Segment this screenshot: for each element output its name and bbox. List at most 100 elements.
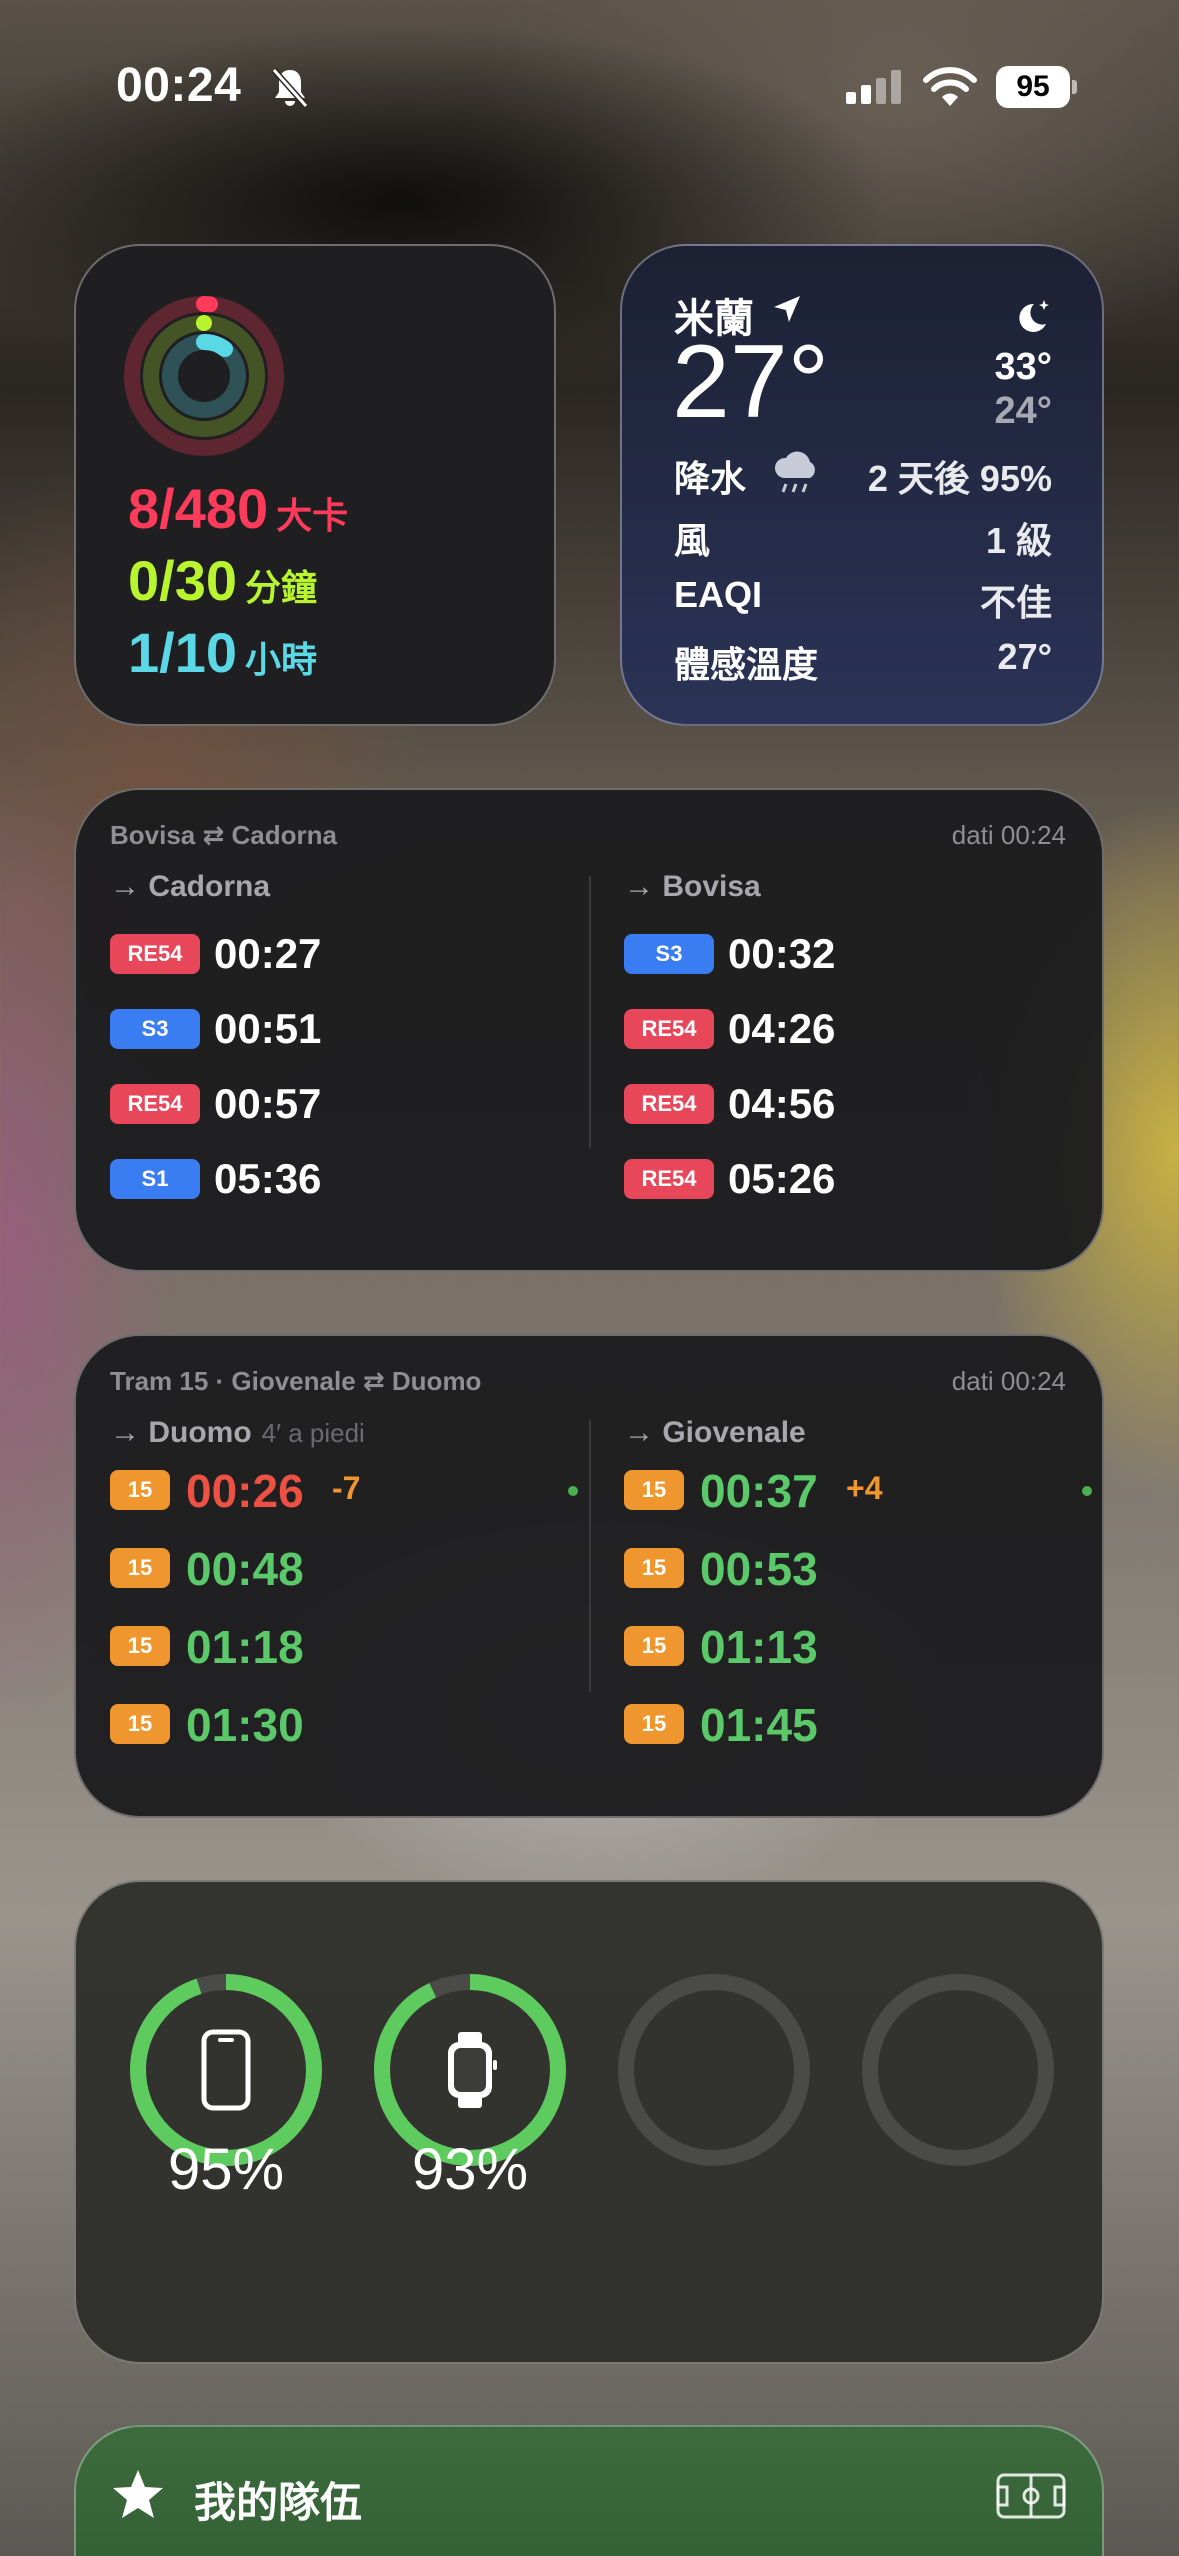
train-column-bovisa: → Bovisa S3 00:32 RE54 04:26 RE54 04:56 … xyxy=(624,870,1102,1222)
line-badge: 15 xyxy=(624,1626,684,1666)
star-icon xyxy=(113,2470,163,2518)
line-badge: S1 xyxy=(110,1159,200,1199)
line-badge: S3 xyxy=(110,1009,200,1049)
departure-row[interactable]: RE54 04:26 xyxy=(624,997,1102,1072)
departure-time: 01:13 xyxy=(700,1621,818,1673)
departure-time: 00:27 xyxy=(214,930,322,977)
departure-row[interactable]: S3 00:51 xyxy=(110,997,590,1072)
exercise-stat: 0/30 分鐘 xyxy=(128,548,317,613)
line-badge: RE54 xyxy=(624,1009,714,1049)
tram-route-header: Tram 15 · Giovenale ⇄ Duomo xyxy=(110,1366,482,1396)
departure-row[interactable]: 15 00:37 +4 xyxy=(624,1460,1102,1538)
tram-departures-widget[interactable]: Tram 15 · Giovenale ⇄ Duomo dati 00:24 →… xyxy=(74,1334,1104,1818)
batteries-widget[interactable]: 95% 93% xyxy=(74,1880,1104,2364)
battery-nub xyxy=(1072,80,1077,94)
line-badge: RE54 xyxy=(624,1159,714,1199)
departure-row[interactable]: RE54 04:56 xyxy=(624,1072,1102,1147)
weather-row-eaqi: EAQI 不佳 xyxy=(674,574,1052,624)
departure-row[interactable]: 15 00:53 xyxy=(624,1538,1102,1616)
direction-title: → Giovenale xyxy=(624,1416,806,1449)
departure-time: 00:37 xyxy=(700,1465,818,1517)
battery-ring-empty-2 xyxy=(862,1974,1054,2166)
realtime-dot xyxy=(1082,1486,1092,1496)
line-badge: 15 xyxy=(110,1626,170,1666)
line-badge: S3 xyxy=(624,934,714,974)
weather-row-label: EAQI xyxy=(674,574,763,615)
line-badge: 15 xyxy=(110,1548,170,1588)
departure-time: 05:36 xyxy=(214,1155,322,1202)
direction-title: → Cadorna xyxy=(110,870,271,903)
exercise-value: 0/30 xyxy=(128,549,237,612)
weather-row-precip: 降水 2 天後 95% xyxy=(674,450,1052,500)
weather-row-wind: 風 1 級 xyxy=(674,512,1052,562)
line-badge: 15 xyxy=(110,1704,170,1744)
cellular-signal-icon xyxy=(846,70,901,104)
departure-time: 04:26 xyxy=(728,1005,836,1052)
departure-row[interactable]: S1 05:36 xyxy=(110,1147,590,1222)
train-column-cadorna: → Cadorna RE54 00:27 S3 00:51 RE54 00:57… xyxy=(110,870,590,1222)
departure-row[interactable]: 15 01:45 xyxy=(624,1694,1102,1772)
wifi-icon xyxy=(923,67,977,106)
departure-row[interactable]: 15 00:26 -7 xyxy=(110,1460,590,1538)
weather-row-value: 27° xyxy=(997,636,1052,677)
departure-row[interactable]: 15 00:48 xyxy=(110,1538,590,1616)
delay-delta: -7 xyxy=(332,1470,361,1506)
departure-row[interactable]: RE54 00:27 xyxy=(110,922,590,997)
weather-low: 24° xyxy=(994,390,1052,432)
train-route-header: Bovisa ⇄ Cadorna xyxy=(110,820,337,850)
clock-time: 00:24 xyxy=(116,59,242,112)
direction-title: → Bovisa xyxy=(624,870,761,903)
departure-row[interactable]: RE54 00:57 xyxy=(110,1072,590,1147)
activity-rings-icon xyxy=(124,296,284,456)
direction-title: → Duomo 4′ a piedi xyxy=(110,1416,590,1460)
line-badge: 15 xyxy=(110,1470,170,1510)
iphone-icon xyxy=(201,2029,251,2111)
tram-column-giovenale: → Giovenale 15 00:37 +4 15 00:53 15 01:1… xyxy=(624,1416,1102,1772)
moon-stars-icon xyxy=(1019,300,1049,332)
weather-row-value: 1 級 xyxy=(985,520,1052,561)
my-team-widget[interactable]: 我的隊伍 xyxy=(74,2425,1104,2556)
weather-row-feels-like: 體感溫度 27° xyxy=(674,636,1052,686)
weather-row-value: 不佳 xyxy=(979,582,1052,623)
departure-time: 05:26 xyxy=(728,1155,836,1202)
weather-widget[interactable]: 米蘭 27° 33° 24° 降水 2 天後 95% 風 1 級 EAQI 不佳… xyxy=(620,244,1104,726)
stand-unit: 小時 xyxy=(245,639,318,680)
stand-stat: 1/10 小時 xyxy=(128,620,317,685)
activity-widget[interactable]: 8/480 大卡 0/30 分鐘 1/10 小時 xyxy=(74,244,556,726)
departure-row[interactable]: S3 00:32 xyxy=(624,922,1102,997)
line-badge: RE54 xyxy=(624,1084,714,1124)
direction-title-text: → Duomo xyxy=(110,1416,252,1449)
location-arrow-icon xyxy=(774,296,800,322)
soccer-field-icon xyxy=(996,2473,1066,2519)
departure-time: 00:53 xyxy=(700,1543,818,1595)
departure-row[interactable]: 15 01:18 xyxy=(110,1616,590,1694)
departure-row[interactable]: 15 01:13 xyxy=(624,1616,1102,1694)
weather-high: 33° xyxy=(994,346,1052,388)
line-badge: 15 xyxy=(624,1470,684,1510)
departure-time: 01:30 xyxy=(186,1699,304,1751)
tram-column-duomo: → Duomo 4′ a piedi 15 00:26 -7 15 00:48 1… xyxy=(110,1416,590,1772)
battery-percent-iphone: 95% xyxy=(167,2137,285,2202)
exercise-unit: 分鐘 xyxy=(245,567,318,608)
battery-ring-empty-1 xyxy=(618,1974,810,2166)
train-updated-time: dati 00:24 xyxy=(951,820,1066,850)
departure-row[interactable]: RE54 05:26 xyxy=(624,1147,1102,1222)
line-badge: RE54 xyxy=(110,1084,200,1124)
bell-slash-icon xyxy=(271,68,309,108)
move-value: 8/480 xyxy=(128,477,269,540)
walking-time: 4′ a piedi xyxy=(261,1418,365,1448)
my-team-label: 我的隊伍 xyxy=(194,2479,363,2526)
line-badge: RE54 xyxy=(110,934,200,974)
weather-row-value: 2 天後 95% xyxy=(867,458,1052,499)
departure-row[interactable]: 15 01:30 xyxy=(110,1694,590,1772)
delay-delta: +4 xyxy=(846,1470,883,1506)
weather-row-label: 風 xyxy=(674,520,711,561)
weather-row-label: 降水 xyxy=(674,458,747,499)
line-badge: 15 xyxy=(624,1548,684,1588)
stand-value: 1/10 xyxy=(128,621,237,684)
realtime-dot xyxy=(568,1486,578,1496)
watch-icon xyxy=(448,2032,497,2108)
status-bar: 00:24 95 xyxy=(0,58,1179,118)
train-departures-widget[interactable]: Bovisa ⇄ Cadorna dati 00:24 → Cadorna RE… xyxy=(74,788,1104,1272)
battery-level: 95 xyxy=(996,66,1070,108)
